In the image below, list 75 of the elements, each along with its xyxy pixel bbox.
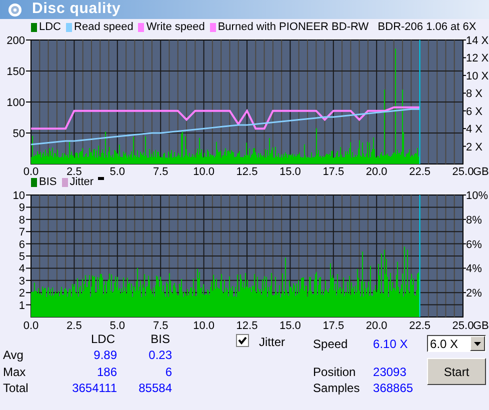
legend-label: Jitter [70,177,94,188]
stat-value: 9.89 [92,347,117,364]
axis-label: 14 X [466,35,489,47]
info-label: Position [313,364,357,380]
axis-label: 8% [466,214,482,226]
axis-label: 12.5 [236,320,258,331]
axis-label: 3 [18,275,25,288]
axis-label: 22.5 [409,166,430,176]
axis-label: 0.0 [23,320,39,331]
column-header: BIS [150,331,171,348]
legend-label: BIS [39,177,57,188]
axis-label: 7 [18,226,25,239]
legend-label: Write speed [146,22,205,33]
row-label: Avg [2,347,24,364]
axis-label: 1 [18,300,25,312]
axis-label: 50 [12,128,25,140]
axis-label: 15.0 [280,166,301,176]
axis-label: 10.0 [193,320,214,331]
axis-label: 2.5 [66,166,82,176]
axis-label: 4 X [466,124,483,136]
axis-label: 200 [6,35,25,47]
axis-label: 6% [466,238,482,251]
axis-label: 4 [18,263,25,276]
window-title: Disc quality [32,0,121,20]
axis-unit: GB [473,320,489,331]
axis-unit: GB [473,166,489,176]
axis-label: 2 X [466,141,483,154]
axis-label: 7.5 [152,320,168,331]
axis-label: 10 X [466,70,489,82]
axis-label: 17.5 [322,166,344,176]
legend-label: Read speed [74,22,134,33]
row-label: Max [2,364,27,380]
axis-label: 15.0 [280,320,301,331]
axis-label: 6 X [466,106,483,118]
axis-label: 2% [466,288,482,300]
axis-label: 25.0 [452,320,474,331]
stat-value: 3654111 [71,380,117,396]
axis-label: 10 [12,190,25,202]
axis-label: 2.5 [66,320,82,331]
axis-label: 5 [18,251,25,263]
info-label: Speed [313,336,349,353]
axis-label: 9 [18,202,25,214]
axis-label: 5.0 [110,320,126,331]
axis-label: 10.0 [193,166,214,176]
axis-label: 4% [466,263,482,276]
axis-label: 25.0 [452,166,474,176]
axis-label: 10% [466,190,488,202]
axis-label: 20.0 [366,166,388,176]
info-value: 368865 [373,380,414,396]
axis-label: 150 [6,66,25,78]
axis-label: 12.5 [236,166,258,176]
row-label: Total [2,380,30,396]
axis-label: 20.0 [366,320,388,331]
axis-label: 8 [18,214,25,226]
axis-label: 8 X [466,88,483,100]
stat-value: 0.23 [148,347,172,364]
column-header: LDC [90,331,116,348]
info-value: 23093 [373,364,408,380]
axis-label: 5.0 [110,166,126,176]
axis-label: 12 X [466,52,489,65]
axis-label: 2 [18,288,25,300]
legend-label: LDC [39,22,62,33]
legend-label: Burned with PIONEER BD-RW BDR-206 1.06 at 6X [218,22,476,33]
axis-label: 0.0 [23,166,39,176]
axis-label: 6 [18,238,25,251]
axis-label: 22.5 [409,320,430,331]
info-label: Samples [313,380,361,396]
axis-label: 7.5 [152,166,168,176]
checkbox-label: Jitter [259,334,286,350]
stat-value: 6 [164,364,172,380]
axis-label: 100 [6,97,25,109]
stat-value: 85584 [138,380,172,396]
stat-value: 186 [96,364,117,380]
axis-label: 17.5 [322,320,344,331]
info-value: 6.10 X [373,336,409,353]
